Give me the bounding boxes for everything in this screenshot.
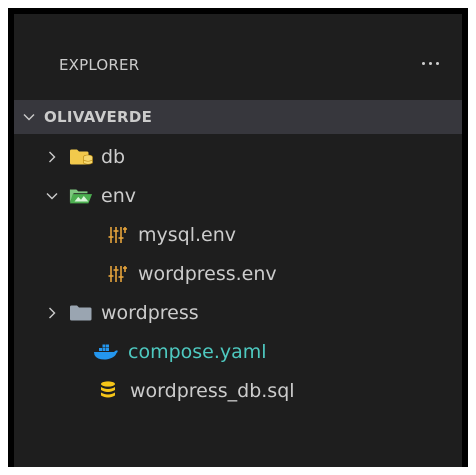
environment-folder-icon	[69, 185, 93, 207]
tree-item-label: wordpress.env	[138, 263, 277, 285]
tree-item-label: mysql.env	[138, 224, 237, 246]
tree-item-mysql-env[interactable]: mysql.env	[14, 216, 462, 254]
database-folder-icon	[69, 146, 93, 168]
env-settings-icon	[106, 263, 130, 285]
tree-root-olivaverde[interactable]: OLIVAVERDE	[14, 100, 462, 134]
tree-item-db[interactable]: db	[14, 138, 462, 176]
database-icon	[94, 380, 122, 402]
tree-item-wordpress[interactable]: wordpress	[14, 294, 462, 332]
tree-item-label: wordpress_db.sql	[130, 380, 295, 402]
explorer-header: EXPLORER	[14, 14, 462, 98]
env-settings-icon	[106, 224, 130, 246]
chevron-right-icon	[41, 146, 63, 168]
tree-item-wordpress-env[interactable]: wordpress.env	[14, 255, 462, 293]
tree-item-label: wordpress	[101, 302, 199, 324]
ellipsis-dot	[421, 61, 425, 65]
tree-item-label: compose.yaml	[128, 341, 267, 363]
tree-item-label: db	[101, 146, 126, 168]
tree-item-label: env	[101, 185, 136, 207]
ellipsis-dot	[435, 61, 439, 65]
folder-icon	[69, 302, 93, 324]
tree-item-compose-yaml[interactable]: compose.yaml	[14, 333, 462, 371]
chevron-down-icon	[41, 185, 63, 207]
chevron-down-icon	[18, 106, 40, 128]
explorer-title: EXPLORER	[59, 56, 140, 74]
docker-icon	[92, 341, 120, 363]
tree-root-label: OLIVAVERDE	[44, 108, 153, 126]
screenshot-frame: EXPLORER OLIVAVERDE db env mysql.env wor…	[8, 8, 468, 467]
chevron-right-icon	[41, 302, 63, 324]
ellipsis-icon[interactable]	[416, 52, 444, 74]
explorer-panel: EXPLORER OLIVAVERDE db env mysql.env wor…	[14, 14, 462, 467]
ellipsis-dot	[428, 61, 432, 65]
tree-item-env[interactable]: env	[14, 177, 462, 215]
tree-item-wordpress-db-sql[interactable]: wordpress_db.sql	[14, 372, 462, 410]
